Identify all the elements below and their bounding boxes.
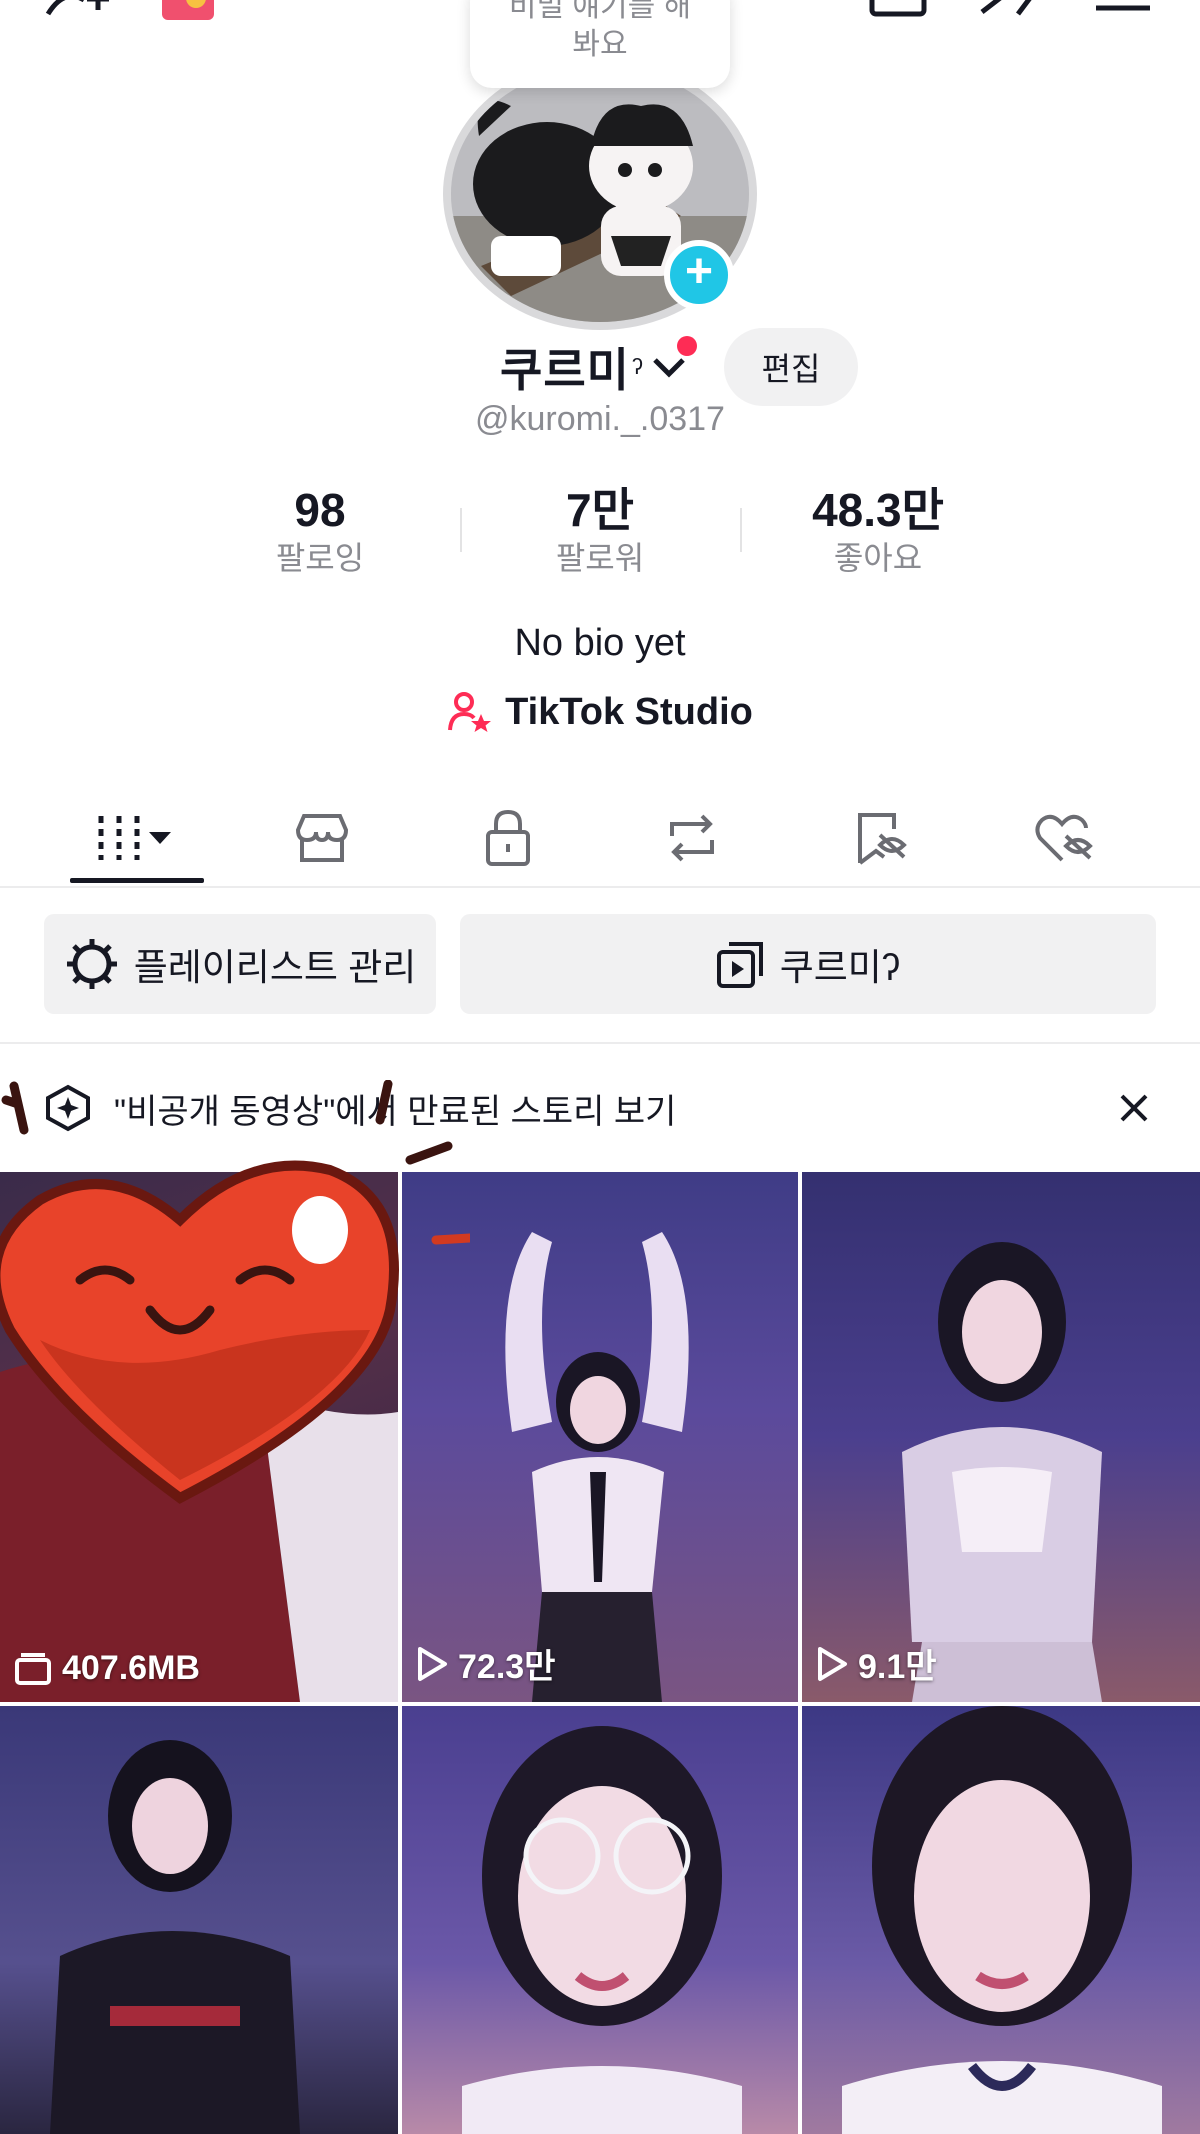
lock-icon — [486, 809, 530, 866]
likes-label: 좋아요 — [833, 540, 923, 576]
note-tooltip[interactable]: 비밀 얘기를 해 봐요 — [470, 0, 730, 88]
video-thumbnail — [902, 1242, 1102, 1702]
playlist-label: 쿠르미ʔ — [779, 947, 901, 988]
tab-favorites[interactable] — [812, 790, 948, 886]
stat-followers[interactable]: 7만 팔로워 — [500, 482, 700, 578]
play-icon — [818, 1646, 847, 1681]
following-count: 98 — [294, 484, 346, 536]
saved-hidden-icon — [858, 813, 907, 865]
studio-label: TikTok Studio — [505, 690, 753, 733]
add-friend-icon[interactable] — [44, 0, 114, 20]
heart-sticker — [0, 1080, 470, 1504]
tab-videos[interactable] — [68, 790, 204, 886]
stat-divider — [740, 508, 742, 552]
playlist-button[interactable]: 쿠르미ʔ — [460, 914, 1156, 1014]
close-icon[interactable] — [1112, 1086, 1156, 1130]
view-count-label: 72.3만 — [416, 1639, 555, 1688]
edit-profile-button[interactable]: 편집 — [724, 328, 858, 406]
share-icon[interactable] — [978, 0, 1042, 20]
view-count-label: 9.1만 — [816, 1639, 937, 1688]
shop-icon — [295, 814, 349, 862]
video-thumbnail — [842, 1706, 1162, 2134]
view-count: 9.1만 — [858, 1648, 937, 1686]
video-thumbnail — [462, 1726, 742, 2134]
tab-private[interactable] — [440, 790, 576, 886]
video-thumbnail — [50, 1740, 300, 2134]
gift-icon[interactable] — [156, 0, 224, 26]
stat-likes[interactable]: 48.3만 좋아요 — [778, 482, 978, 578]
drafts-icon — [15, 1652, 51, 1685]
bio-text[interactable]: No bio yet — [0, 622, 1200, 665]
tab-reposts[interactable] — [624, 790, 760, 886]
view-count: 72.3만 — [458, 1648, 556, 1686]
draft-size: 407.6MB — [62, 1649, 200, 1687]
tooltip-line-2: 봐요 — [572, 28, 628, 61]
stat-following[interactable]: 98 팔로잉 — [220, 482, 420, 578]
studio-person-star-icon — [448, 692, 492, 732]
tab-liked[interactable] — [996, 790, 1132, 886]
section-divider — [0, 1042, 1200, 1044]
tab-shop[interactable] — [254, 790, 390, 886]
video-tile[interactable]: 9.1만 — [802, 1172, 1200, 1702]
followers-label: 팔로워 — [555, 540, 645, 576]
menu-icon[interactable] — [1094, 0, 1152, 18]
active-tab-indicator — [70, 878, 204, 883]
liked-hidden-icon — [1035, 814, 1093, 862]
username-handle: @kuromi._.0317 — [475, 400, 725, 438]
play-icon — [418, 1646, 447, 1681]
video-tile[interactable] — [802, 1706, 1200, 2134]
followers-count: 7만 — [566, 484, 634, 536]
playlist-icon — [716, 942, 763, 988]
display-name-row[interactable]: 쿠르미 ʔ — [500, 332, 689, 402]
profile-tabs — [0, 790, 1200, 888]
stat-divider — [460, 508, 462, 552]
notification-dot — [677, 336, 697, 356]
tooltip-line-1: 비밀 얘기를 해 — [508, 0, 692, 23]
manage-playlist-button[interactable]: 플레이리스트 관리 — [44, 914, 436, 1014]
video-tile[interactable] — [0, 1706, 398, 2134]
video-tile[interactable] — [402, 1706, 798, 2134]
manage-playlist-label: 플레이리스트 관리 — [133, 947, 417, 988]
display-name: 쿠르미 — [500, 344, 630, 396]
videos-grid-icon — [98, 816, 171, 860]
chevron-down-icon[interactable] — [649, 352, 689, 382]
draft-size-label: 407.6MB — [14, 1649, 200, 1688]
likes-count: 48.3만 — [812, 484, 944, 536]
add-story-button[interactable]: + — [664, 240, 734, 310]
tiktok-studio-link[interactable]: TikTok Studio — [0, 690, 1200, 734]
following-label: 팔로잉 — [275, 540, 365, 576]
display-name-suffix: ʔ — [631, 354, 643, 379]
calendar-icon[interactable] — [868, 0, 928, 20]
gear-icon — [66, 939, 117, 989]
repost-icon — [670, 814, 714, 862]
